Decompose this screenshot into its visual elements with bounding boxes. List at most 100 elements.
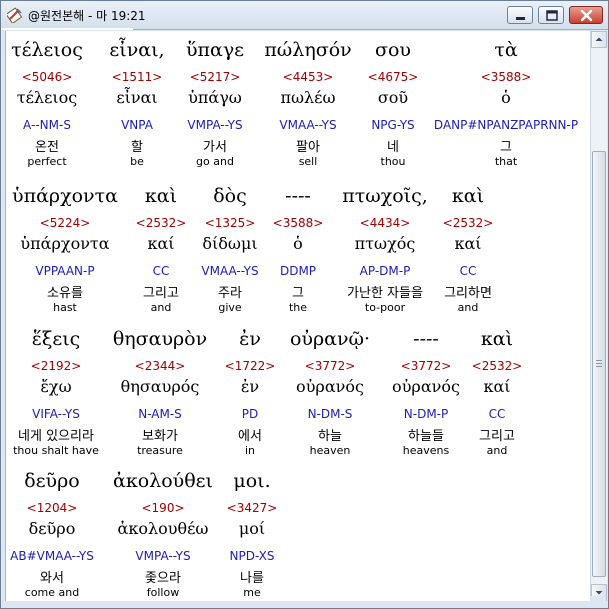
strong-number[interactable]: <3772>	[305, 359, 356, 373]
strong-number[interactable]: <2192>	[31, 359, 82, 373]
parsing-code: N-AM-S	[138, 407, 182, 421]
parsing-code: N-DM-P	[403, 407, 449, 421]
english-gloss: that	[494, 155, 518, 168]
vertical-scrollbar[interactable]	[590, 31, 607, 601]
strong-number[interactable]: <4675>	[368, 70, 419, 84]
parsing-code: VIFA--YS	[32, 407, 80, 421]
greek-word[interactable]: ἐν	[239, 328, 261, 350]
lemma: ἀκολουθέω	[117, 519, 209, 538]
greek-word[interactable]: ἕξεις	[32, 328, 81, 350]
english-gloss: to-poor	[364, 301, 406, 314]
strong-number[interactable]: <3588>	[481, 70, 532, 84]
strong-number[interactable]: <1722>	[225, 359, 276, 373]
greek-word[interactable]: ἀκολούθει	[113, 470, 213, 492]
korean-gloss: 팔아	[296, 140, 320, 155]
lemma: πωλέω	[280, 88, 336, 107]
korean-gloss: 네	[387, 140, 399, 155]
greek-word[interactable]: οὐρανῷ·	[290, 328, 370, 350]
korean-gloss: 소유를	[47, 286, 83, 301]
strong-number[interactable]: <2532>	[472, 359, 523, 373]
greek-word[interactable]: εἶναι,	[109, 39, 164, 61]
strong-number[interactable]: <3427>	[227, 501, 278, 515]
scroll-thumb[interactable]	[592, 151, 606, 577]
lemma: ὑπάρχοντα	[20, 234, 110, 253]
bible-app-icon[interactable]	[7, 7, 23, 23]
english-gloss: go and	[196, 155, 234, 168]
parsing-code: VMAA--YS	[201, 264, 259, 278]
greek-word[interactable]: πώλησόν	[264, 39, 351, 61]
english-gloss: hast	[53, 301, 77, 314]
interlinear-text-panel: τέλειος <5046> τέλειος A--NM-S 온전 perfect εἶνα…	[5, 31, 590, 601]
lemma: ἔχω	[40, 377, 72, 396]
strong-number[interactable]: <2532>	[443, 216, 494, 230]
korean-gloss: 온전	[35, 140, 59, 155]
lemma: ὁ	[293, 234, 303, 253]
english-gloss: come and	[24, 586, 80, 599]
strong-number[interactable]: <190>	[141, 501, 184, 515]
english-gloss: treasure	[137, 444, 183, 457]
english-gloss: thou	[380, 155, 406, 168]
greek-word[interactable]: ὕπαγε	[186, 39, 244, 61]
greek-word[interactable]: καὶ	[481, 328, 513, 350]
strong-number[interactable]: <2344>	[135, 359, 186, 373]
lemma: μοί	[238, 519, 266, 538]
parsing-code: VMAA--YS	[279, 118, 337, 132]
parsing-code: CC	[488, 407, 506, 421]
greek-word[interactable]: καὶ	[145, 185, 177, 207]
lemma: ἐν	[240, 377, 260, 396]
lemma: θησαυρός	[120, 377, 200, 396]
lemma: ὁ	[501, 88, 511, 107]
greek-word[interactable]: δεῦρο	[24, 470, 79, 492]
parsing-code: DANP#NPANZPAPRNN-P	[433, 118, 579, 132]
korean-gloss: 할	[131, 140, 143, 155]
english-gloss: and	[150, 301, 172, 314]
strong-number[interactable]: <2532>	[136, 216, 187, 230]
lemma: δεῦρο	[28, 519, 76, 538]
strong-number[interactable]: <4453>	[283, 70, 334, 84]
lemma: οὐρανός	[296, 377, 364, 396]
strong-number[interactable]: <1204>	[27, 501, 78, 515]
lemma: σοῦ	[377, 88, 409, 107]
title-bar[interactable]: @원전본해 - 마 19:21	[1, 1, 608, 30]
greek-word[interactable]: ----	[285, 185, 311, 207]
greek-word[interactable]: καὶ	[452, 185, 484, 207]
greek-word[interactable]: τὰ	[494, 39, 517, 61]
parsing-code: VMPA--YS	[135, 549, 191, 563]
close-button[interactable]	[569, 6, 603, 24]
strong-number[interactable]: <5217>	[190, 70, 241, 84]
greek-word[interactable]: τέλειος	[11, 39, 83, 61]
korean-gloss: 나를	[240, 571, 264, 586]
greek-word[interactable]: μοι.	[233, 470, 270, 492]
strong-number[interactable]: <5046>	[22, 70, 73, 84]
scroll-up-button[interactable]	[591, 31, 607, 48]
greek-word[interactable]: θησαυρὸν	[113, 328, 207, 350]
korean-gloss: 좇으라	[145, 571, 181, 586]
greek-word[interactable]: ὑπάρχοντα	[12, 185, 118, 207]
parsing-code: NPD-XS	[229, 549, 275, 563]
strong-number[interactable]: <5224>	[40, 216, 91, 230]
parsing-code: VPPAAN-P	[35, 264, 95, 278]
korean-gloss: 그	[292, 286, 304, 301]
parsing-code: A--NM-S	[23, 118, 71, 132]
greek-word[interactable]: δὸς	[213, 185, 247, 207]
strong-number[interactable]: <3772>	[401, 359, 452, 373]
english-gloss: me	[243, 586, 261, 599]
strong-number[interactable]: <1511>	[112, 70, 163, 84]
lemma: καί	[483, 377, 511, 396]
maximize-button[interactable]	[538, 6, 564, 24]
greek-word[interactable]: πτωχοῖς,	[342, 185, 428, 207]
strong-number[interactable]: <3588>	[273, 216, 324, 230]
greek-word[interactable]: σου	[375, 39, 411, 61]
minimize-button[interactable]	[507, 6, 533, 24]
parsing-code: DDMP	[279, 264, 317, 278]
app-window: @원전본해 - 마 19:21 τέλειος <5046> τέλειος A--N…	[0, 0, 609, 609]
lemma: τέλειος	[16, 88, 78, 107]
parsing-code: AP-DM-P	[359, 264, 411, 278]
resize-grip[interactable]	[590, 596, 606, 606]
english-gloss: in	[244, 444, 256, 457]
english-gloss: follow	[146, 586, 180, 599]
parsing-code: NPG-YS	[371, 118, 415, 132]
strong-number[interactable]: <1325>	[205, 216, 256, 230]
strong-number[interactable]: <4434>	[360, 216, 411, 230]
greek-word[interactable]: ----	[413, 328, 439, 350]
